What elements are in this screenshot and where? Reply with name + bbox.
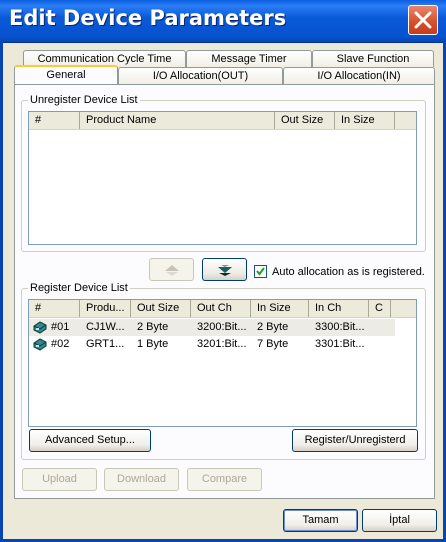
tab-slave-function[interactable]: Slave Function: [312, 50, 434, 67]
tab-general[interactable]: General: [14, 65, 118, 84]
row-product: GRT1...: [86, 338, 125, 350]
register-group-label: Register Device List: [28, 282, 130, 294]
column-in-size[interactable]: In Size: [335, 112, 395, 129]
register-list-header: # Produ... Out Size Out Ch In Size In Ch…: [29, 300, 416, 318]
advanced-setup-button[interactable]: Advanced Setup...: [29, 429, 151, 452]
row-out-ch: 3201:Bit...: [197, 338, 247, 350]
row-in-size: 7 Byte: [257, 338, 289, 350]
auto-allocation-label[interactable]: Auto allocation as is registered.: [272, 266, 425, 278]
auto-allocation-checkbox[interactable]: [254, 265, 267, 278]
row-out-ch: 3200:Bit...: [197, 321, 247, 333]
column-out-size[interactable]: Out Size: [131, 300, 191, 317]
close-icon: [414, 11, 432, 29]
column-product-name[interactable]: Product Name: [80, 112, 275, 129]
unregister-list-header: # Product Name Out Size In Size: [29, 112, 416, 130]
window-title: Edit Device Parameters: [9, 6, 287, 30]
arrow-up-icon: [165, 265, 179, 276]
row-in-ch: 3301:Bit...: [315, 338, 365, 350]
ok-button[interactable]: Tamam: [283, 509, 358, 532]
cancel-button[interactable]: İptal: [362, 509, 437, 532]
upload-button[interactable]: Upload: [22, 468, 97, 491]
tab-io-allocation-out[interactable]: I/O Allocation(OUT): [118, 67, 283, 84]
check-icon: [256, 267, 265, 276]
row-number: #01: [51, 321, 70, 333]
table-row[interactable]: #02 GRT1... 1 Byte 3201:Bit... 7 Byte 33…: [29, 336, 416, 353]
column-number[interactable]: #: [29, 112, 80, 129]
row-out-size: 2 Byte: [137, 321, 169, 333]
register-device-list[interactable]: # Produ... Out Size Out Ch In Size In Ch…: [28, 299, 417, 427]
row-in-ch: 3300:Bit...: [315, 321, 365, 333]
row-in-size: 2 Byte: [257, 321, 289, 333]
tab-io-allocation-in[interactable]: I/O Allocation(IN): [283, 67, 435, 84]
device-icon: [33, 338, 47, 351]
move-down-button[interactable]: [202, 258, 247, 281]
arrow-down-icon: [218, 265, 232, 276]
column-in-ch[interactable]: In Ch: [309, 300, 369, 317]
column-out-ch[interactable]: Out Ch: [191, 300, 251, 317]
row-product: CJ1W...: [86, 321, 125, 333]
column-out-size[interactable]: Out Size: [275, 112, 335, 129]
title-bar: Edit Device Parameters: [0, 0, 446, 43]
column-in-size[interactable]: In Size: [251, 300, 309, 317]
tab-message-timer[interactable]: Message Timer: [186, 50, 312, 67]
row-number: #02: [51, 338, 70, 350]
column-number[interactable]: #: [29, 300, 80, 317]
register-unregister-button[interactable]: Register/Unregisterd: [292, 429, 418, 452]
column-c[interactable]: C: [369, 300, 391, 317]
table-row[interactable]: #01 CJ1W... 2 Byte 3200:Bit... 2 Byte 33…: [29, 319, 395, 336]
close-button[interactable]: [408, 5, 438, 35]
unregister-group-label: Unregister Device List: [28, 94, 140, 106]
column-product[interactable]: Produ...: [80, 300, 131, 317]
device-icon: [33, 321, 47, 334]
unregister-device-list[interactable]: # Product Name Out Size In Size: [28, 111, 417, 245]
compare-button[interactable]: Compare: [187, 468, 262, 491]
download-button[interactable]: Download: [104, 468, 179, 491]
move-up-button[interactable]: [149, 258, 194, 281]
row-out-size: 1 Byte: [137, 338, 169, 350]
